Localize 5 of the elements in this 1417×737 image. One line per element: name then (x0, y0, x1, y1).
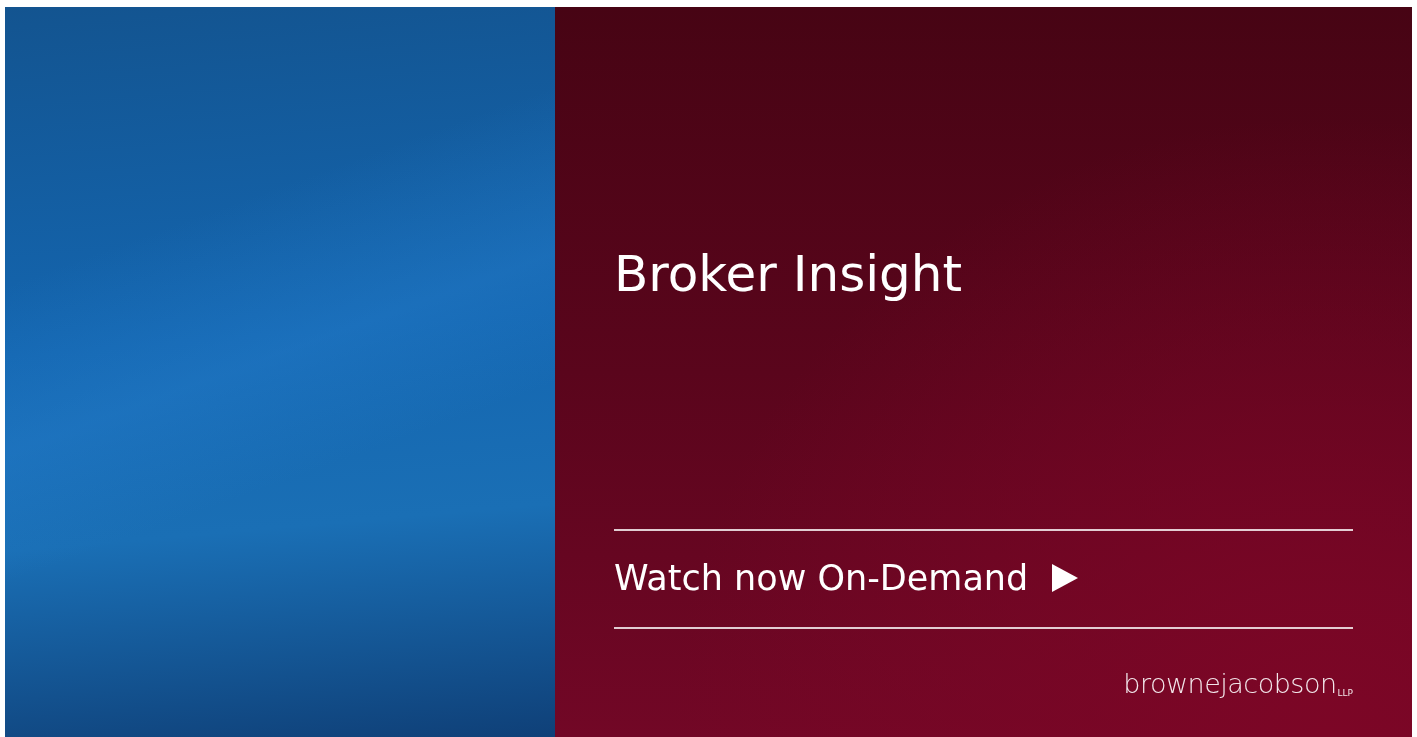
logo-wordmark: brownejacobson (1123, 669, 1337, 699)
banner-title: Broker Insight (614, 244, 963, 305)
watch-link[interactable]: Watch now On-Demand (614, 556, 1079, 600)
logo-suffix: LLP (1337, 688, 1353, 699)
play-icon (1052, 564, 1079, 592)
